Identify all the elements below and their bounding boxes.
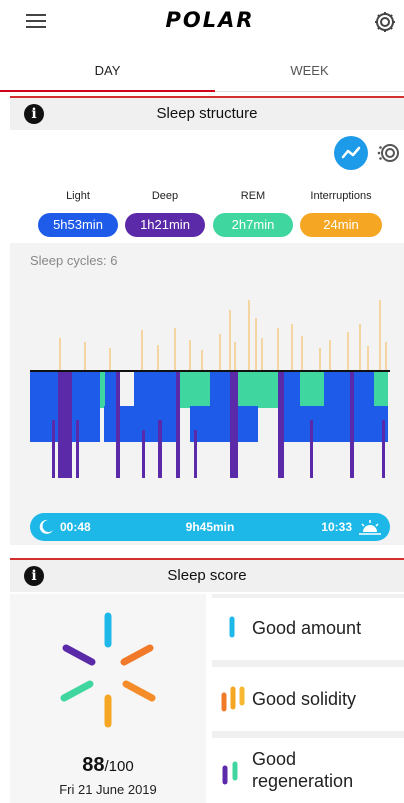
wake-time: 10:33 [321,520,352,534]
sleep-hypnogram [30,300,390,478]
good-regeneration-label: Good regeneration [252,749,354,791]
regeneration-bars-icon [222,761,238,785]
sleep-structure-header: i Sleep structure [10,96,404,130]
score-max: /100 [104,758,134,775]
interruption-marks [59,300,387,370]
good-solidity-label: Good solidity [252,689,357,709]
settings-gear-icon[interactable] [372,9,398,35]
sleep-cycles-label: Sleep cycles: 6 [30,253,118,268]
deep-label: Deep [151,190,179,202]
sleep-score-value: 88/100 [10,754,206,777]
light-label: Light [66,190,90,202]
tab-week[interactable]: WEEK [215,52,404,92]
polar-logo: POLAR [165,8,255,32]
interruptions-label: Interruptions [310,190,372,202]
cycles-view-icon[interactable] [376,140,402,166]
solidity-bars-icon [221,686,245,712]
period-tabs: DAY WEEK [0,52,404,92]
sleep-score-star-icon [60,612,156,728]
amount-bar-icon [229,616,235,638]
sunrise-icon [359,520,381,535]
sleep-structure-title: Sleep structure [156,105,258,122]
light-duration-badge: 5h53min [38,213,118,237]
menu-icon[interactable] [26,13,46,29]
trend-line-icon [341,146,361,159]
card-divider [212,731,404,738]
sleep-date: Fri 21 June 2019 [59,782,157,797]
good-amount-card[interactable]: Good amount [212,598,404,660]
rem-label: REM [240,190,266,202]
good-amount-label: Good amount [252,618,362,638]
good-regeneration-card[interactable]: Good regeneration [212,738,404,803]
good-solidity-card[interactable]: Good solidity [212,667,404,731]
tab-day[interactable]: DAY [0,52,215,92]
rem-duration-badge: 2h7min [213,213,293,237]
sleep-score-title: Sleep score [167,567,247,584]
card-divider [212,660,404,667]
interruptions-duration-badge: 24min [300,213,382,237]
score-number: 88 [82,754,105,776]
sleep-time-bar: 00:48 9h45min 10:33 [30,513,390,541]
top-bar: POLAR [0,0,404,44]
sleep-score-header: i Sleep score [10,558,404,592]
graph-view-button[interactable] [334,136,368,170]
deep-duration-badge: 1h21min [125,213,205,237]
